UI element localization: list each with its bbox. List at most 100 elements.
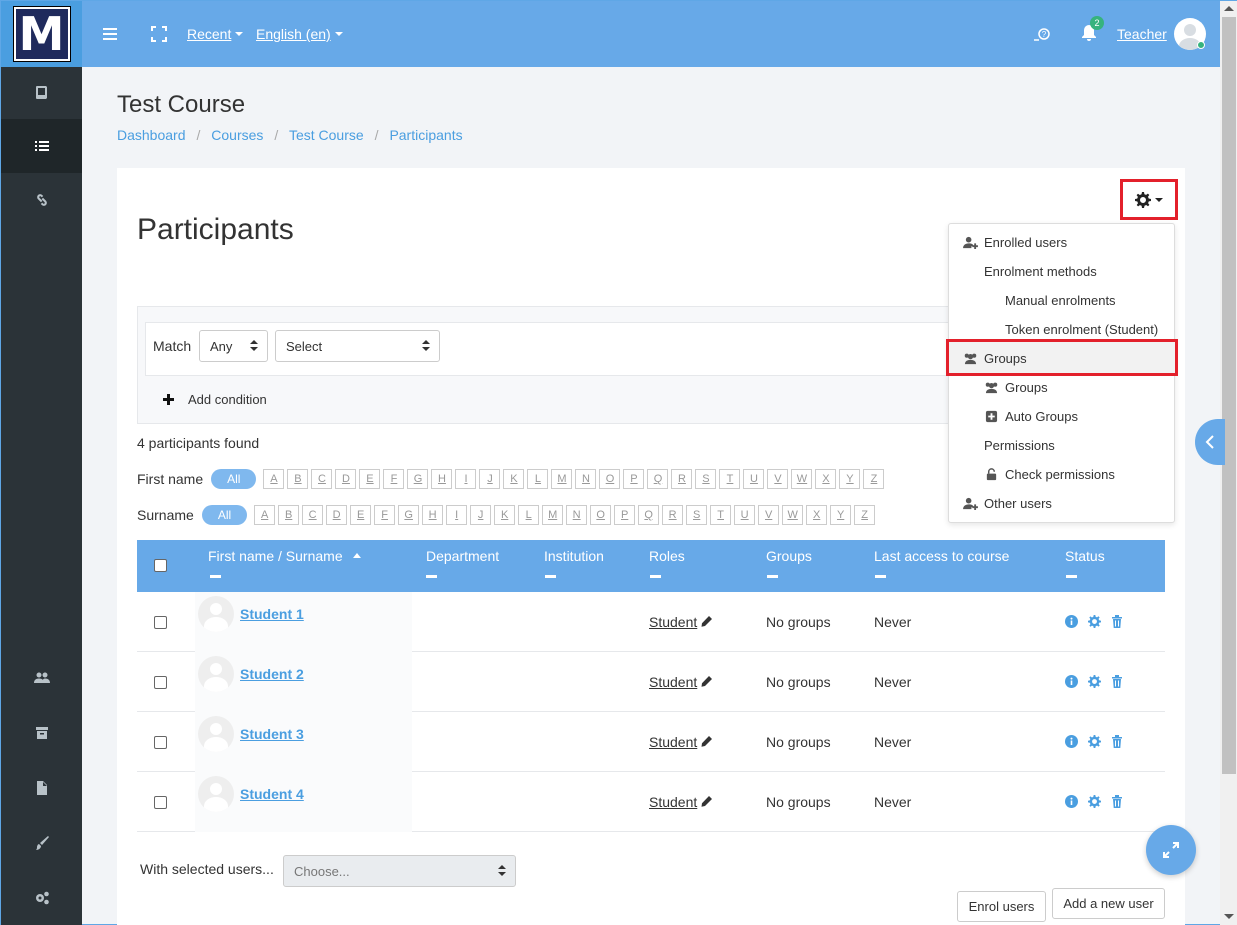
hamburger-icon[interactable] [103,1,117,67]
breadcrumb-participants[interactable]: Participants [389,127,462,143]
user-menu[interactable]: Teacher [1117,1,1206,67]
firstname-initial-o[interactable]: O [599,469,621,489]
pencil-icon[interactable] [700,736,713,748]
add-condition-button[interactable]: Add condition [163,392,267,407]
list-icon[interactable] [1,119,82,173]
book-icon[interactable] [1,65,82,119]
cogs-icon[interactable] [1,871,82,925]
surname-initial-b[interactable]: B [278,505,300,525]
firstname-initial-z[interactable]: Z [863,469,885,489]
firstname-initial-w[interactable]: W [791,469,813,489]
menu-manual-enrolments[interactable]: Manual enrolments [1005,290,1116,310]
surname-initial-w[interactable]: W [782,505,804,525]
surname-initial-q[interactable]: Q [638,505,660,525]
firstname-initial-r[interactable]: R [671,469,693,489]
info-icon[interactable] [1065,675,1078,688]
role-link[interactable]: Student [649,674,697,690]
firstname-initial-u[interactable]: U [743,469,765,489]
surname-initial-c[interactable]: C [302,505,324,525]
surname-initial-u[interactable]: U [734,505,756,525]
role-link[interactable]: Student [649,794,697,810]
menu-other-users[interactable]: Other users [963,493,1052,513]
firstname-initial-f[interactable]: F [383,469,405,489]
surname-initial-h[interactable]: H [422,505,444,525]
collapse-institution-icon[interactable] [545,575,556,578]
enrol-users-button[interactable]: Enrol users [957,891,1046,922]
firstname-initial-m[interactable]: M [551,469,573,489]
surname-initial-l[interactable]: L [518,505,540,525]
recent-menu[interactable]: Recent [187,1,244,67]
collapse-department-icon[interactable] [426,575,437,578]
role-link[interactable]: Student [649,734,697,750]
info-icon[interactable] [1065,735,1078,748]
sort-department-link[interactable]: Department [426,548,499,564]
trash-icon[interactable] [1111,615,1123,628]
surname-initial-t[interactable]: T [710,505,732,525]
row-checkbox[interactable] [154,736,167,749]
surname-initial-g[interactable]: G [398,505,420,525]
pencil-icon[interactable] [700,796,713,808]
surname-initial-m[interactable]: M [542,505,564,525]
firstname-initial-g[interactable]: G [407,469,429,489]
help-icon[interactable]: ? [1033,1,1051,67]
student-name-link[interactable]: Student 2 [240,666,304,682]
trash-icon[interactable] [1111,675,1123,688]
link-icon[interactable] [1,173,82,227]
surname-initial-o[interactable]: O [590,505,612,525]
firstname-initial-p[interactable]: P [623,469,645,489]
sort-institution-link[interactable]: Institution [544,548,604,564]
menu-check-permissions[interactable]: Check permissions [984,464,1115,484]
role-link[interactable]: Student [649,614,697,630]
surname-initial-j[interactable]: J [470,505,492,525]
drawer-toggle[interactable] [1195,419,1225,465]
scrollbar-thumb[interactable] [1222,17,1236,774]
firstname-initial-n[interactable]: N [575,469,597,489]
expand-button[interactable] [1146,825,1196,875]
menu-groups-heading[interactable]: Groups [963,348,1027,368]
surname-all-button[interactable]: All [201,505,248,525]
row-checkbox[interactable] [154,676,167,689]
fullscreen-icon[interactable] [151,1,167,67]
surname-initial-p[interactable]: P [614,505,636,525]
firstname-initial-l[interactable]: L [527,469,549,489]
file-icon[interactable] [1,761,82,815]
trash-icon[interactable] [1111,735,1123,748]
firstname-all-button[interactable]: All [211,469,257,489]
surname-initial-s[interactable]: S [686,505,708,525]
firstname-initial-c[interactable]: C [311,469,333,489]
surname-initial-e[interactable]: E [350,505,372,525]
menu-token-enrolment[interactable]: Token enrolment (Student) [1005,319,1158,339]
firstname-initial-k[interactable]: K [503,469,525,489]
surname-initial-f[interactable]: F [374,505,396,525]
firstname-initial-j[interactable]: J [479,469,501,489]
language-menu[interactable]: English (en) [256,1,343,67]
collapse-status-icon[interactable] [1066,575,1077,578]
archive-icon[interactable] [1,706,82,760]
surname-initial-i[interactable]: I [446,505,468,525]
sort-firstname-link[interactable]: First name [208,548,274,564]
breadcrumb-courses[interactable]: Courses [211,127,263,143]
breadcrumb-test-course[interactable]: Test Course [289,127,364,143]
users-icon[interactable] [1,651,82,705]
student-name-link[interactable]: Student 4 [240,786,304,802]
breadcrumb-dashboard[interactable]: Dashboard [117,127,186,143]
firstname-initial-e[interactable]: E [359,469,381,489]
scroll-up-icon[interactable] [1224,6,1234,11]
add-new-user-button[interactable]: Add a new user [1052,888,1165,919]
menu-auto-groups[interactable]: Auto Groups [984,406,1078,426]
surname-initial-n[interactable]: N [566,505,588,525]
sort-surname-link[interactable]: Surname [286,548,343,564]
select-all-checkbox[interactable] [154,559,167,572]
menu-enrolment-methods[interactable]: Enrolment methods [984,261,1097,281]
row-checkbox[interactable] [154,796,167,809]
gear-icon[interactable] [1088,675,1101,688]
sort-last-access-link[interactable]: Last access to course [874,548,1009,564]
row-checkbox[interactable] [154,616,167,629]
info-icon[interactable] [1065,795,1078,808]
firstname-initial-y[interactable]: Y [839,469,861,489]
surname-initial-a[interactable]: A [254,505,276,525]
firstname-initial-x[interactable]: X [815,469,837,489]
surname-initial-r[interactable]: R [662,505,684,525]
firstname-initial-i[interactable]: I [455,469,477,489]
firstname-initial-h[interactable]: H [431,469,453,489]
